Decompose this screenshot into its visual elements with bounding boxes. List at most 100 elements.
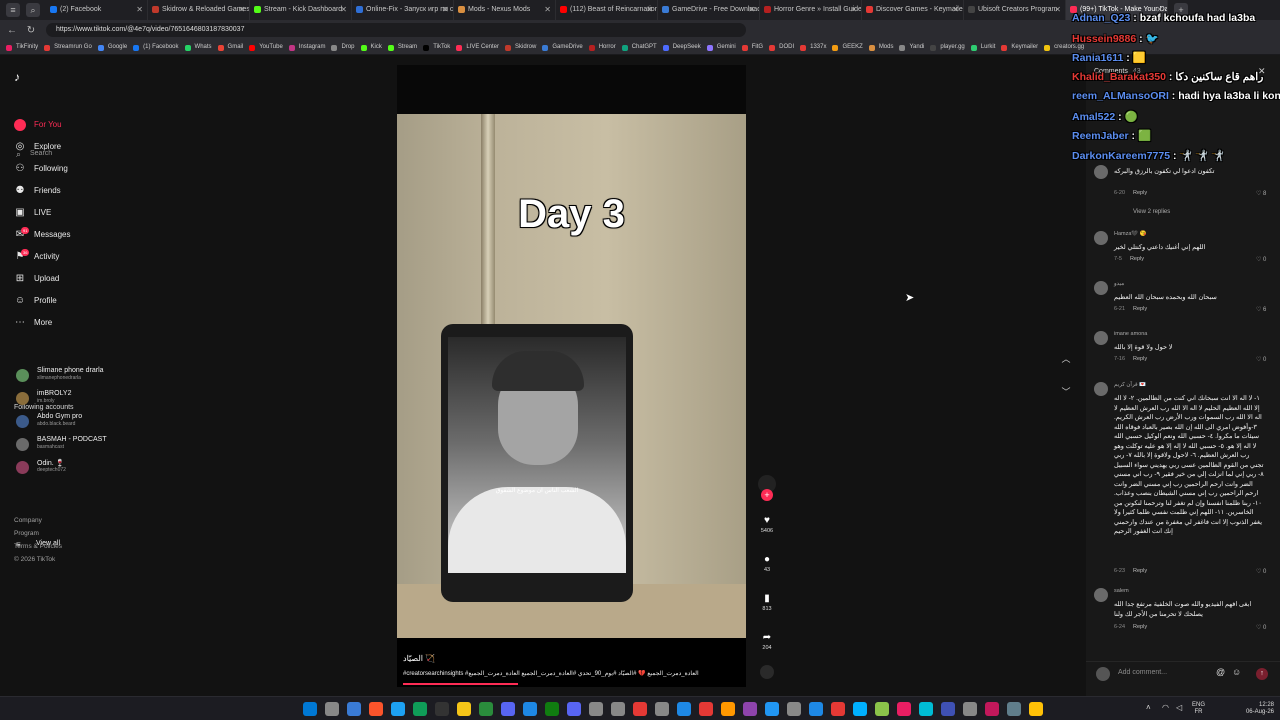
view-replies-button[interactable]: View 2 replies — [1133, 209, 1170, 215]
bookmark-item[interactable]: Drop — [331, 44, 355, 51]
bookmark-item[interactable]: Skidrow — [505, 44, 536, 51]
taskbar-app-icon[interactable] — [963, 702, 977, 716]
bookmark-item[interactable]: LIVE Center — [456, 44, 499, 51]
taskbar-app-icon[interactable] — [1007, 702, 1021, 716]
bookmark-item[interactable]: Mods — [868, 44, 893, 51]
bookmark-item[interactable]: GEEKZ — [832, 44, 863, 51]
tab-close-icon[interactable]: ✕ — [238, 0, 245, 20]
next-video-button[interactable]: ﹀ — [1059, 385, 1073, 399]
sidebar-item-more[interactable]: ⋯ More — [14, 315, 154, 331]
bookmark-item[interactable]: Horror — [588, 44, 616, 51]
tab-close-icon[interactable]: ✕ — [442, 0, 449, 20]
bookmark-item[interactable]: Instagram — [288, 44, 325, 51]
volume-icon[interactable]: ◁ — [1176, 703, 1182, 712]
taskbar-app-icon[interactable] — [655, 702, 669, 716]
taskbar-app-icon[interactable] — [919, 702, 933, 716]
comment-like[interactable]: ♡ 0 — [1256, 568, 1266, 575]
tab-close-icon[interactable]: ✕ — [340, 0, 347, 20]
back-icon[interactable]: ← — [5, 25, 19, 36]
reply-button[interactable]: Reply — [1133, 306, 1147, 312]
taskbar-app-icon[interactable] — [347, 702, 361, 716]
taskbar-app-icon[interactable] — [435, 702, 449, 716]
emoji-icon[interactable]: ☺ — [1232, 667, 1241, 677]
author-avatar[interactable]: + — [755, 475, 779, 501]
sidebar-item-for-you[interactable]: For You — [14, 117, 154, 133]
comment-like[interactable]: ♡ 8 — [1256, 190, 1266, 197]
taskbar-app-icon[interactable] — [633, 702, 647, 716]
taskbar-app-icon[interactable] — [721, 702, 735, 716]
bookmark-item[interactable]: Gmail — [217, 44, 243, 51]
commenter-name[interactable]: Hamza🖤 😘 — [1114, 231, 1147, 237]
comment-button[interactable]: ● 43 — [755, 554, 779, 574]
tab-close-icon[interactable]: ✕ — [952, 0, 959, 20]
sidebar-item-activity[interactable]: ⚑ 36 Activity — [14, 249, 154, 265]
video-player[interactable]: Day 3 الشعب الناس ان موضوع الشقوق الصيّا… — [397, 65, 746, 687]
browser-tab[interactable]: Discover Games - Keymailer ✕ — [862, 0, 964, 20]
bookmark-item[interactable]: Google — [97, 44, 127, 51]
tab-close-icon[interactable]: ✕ — [1054, 0, 1061, 20]
bookmark-item[interactable]: TikFinity — [6, 44, 38, 51]
taskbar-app-icon[interactable] — [831, 702, 845, 716]
taskbar-app-icon[interactable] — [457, 702, 471, 716]
sidebar-item-profile[interactable]: ☺ Profile — [14, 293, 154, 309]
bookmark-item[interactable]: TikTok — [423, 44, 450, 51]
tab-search-icon[interactable]: ⌕ — [26, 3, 40, 17]
browser-tab[interactable]: Ubisoft Creators Program ✕ — [964, 0, 1066, 20]
taskbar-app-icon[interactable] — [765, 702, 779, 716]
video-frame[interactable]: Day 3 الشعب الناس ان موضوع الشقوق — [397, 114, 746, 638]
commenter-name[interactable]: imane amona — [1114, 331, 1147, 337]
bookmark-item[interactable]: Yandi — [899, 44, 924, 51]
reply-button[interactable]: Reply — [1133, 190, 1147, 196]
comment-like[interactable]: ♡ 0 — [1256, 256, 1266, 263]
bookmark-item[interactable]: Lurkit — [970, 44, 995, 51]
taskbar-app-icon[interactable] — [413, 702, 427, 716]
send-icon[interactable]: ↑ — [1256, 668, 1268, 680]
bookmark-item[interactable]: Streamrun Go — [44, 44, 92, 51]
tray-chevron-icon[interactable]: ˄ — [1146, 703, 1151, 712]
bookmark-item[interactable]: FitG — [741, 44, 763, 51]
mention-icon[interactable]: @ — [1216, 667, 1225, 677]
sidebar-item-upload[interactable]: ⊞ Upload — [14, 271, 154, 287]
commenter-avatar[interactable] — [1094, 588, 1108, 602]
reply-button[interactable]: Reply — [1130, 256, 1144, 262]
taskbar-app-icon[interactable] — [897, 702, 911, 716]
url-field[interactable]: https://www.tiktok.com/@4e7q/video/76516… — [46, 23, 746, 37]
bookmark-item[interactable]: player.gg — [930, 44, 965, 51]
sidebar-item-following[interactable]: ⚇ Following — [14, 161, 154, 177]
taskbar-app-icon[interactable] — [787, 702, 801, 716]
taskbar-app-icon[interactable] — [743, 702, 757, 716]
bookmark-item[interactable]: GameDrive — [542, 44, 583, 51]
follow-plus-icon[interactable]: + — [761, 489, 773, 501]
following-account[interactable]: imBROLY2 im.broly — [14, 389, 154, 409]
browser-tab[interactable]: Horror Genre » Install Guide ✕ — [760, 0, 862, 20]
video-hashtags[interactable]: #creatorsearchinsights #العادة_دمرت_الجم… — [403, 670, 733, 677]
taskbar-app-icon[interactable] — [391, 702, 405, 716]
bookmark-item[interactable]: Gemini — [706, 44, 736, 51]
footer-link[interactable]: Terms & Policies — [14, 543, 62, 550]
tab-close-icon[interactable]: ✕ — [646, 0, 653, 20]
taskbar-app-icon[interactable] — [809, 702, 823, 716]
taskbar-app-icon[interactable] — [941, 702, 955, 716]
save-button[interactable]: ▮ 813 — [755, 593, 779, 613]
comment-like[interactable]: ♡ 0 — [1256, 624, 1266, 631]
commenter-avatar[interactable] — [1094, 281, 1108, 295]
bookmark-item[interactable]: Kick — [360, 44, 382, 51]
bookmark-item[interactable]: DODI — [769, 44, 794, 51]
wifi-icon[interactable]: ◠ — [1162, 703, 1169, 712]
taskbar-app-icon[interactable] — [369, 702, 383, 716]
taskbar-app-icon[interactable] — [611, 702, 625, 716]
footer-link[interactable]: Program — [14, 530, 39, 537]
bookmark-item[interactable]: 1337x — [800, 44, 826, 51]
taskbar-app-icon[interactable] — [853, 702, 867, 716]
following-account[interactable]: Abdo Gym pro abdo.black.beard — [14, 412, 154, 432]
bookmark-item[interactable]: (1) Facebook — [133, 44, 179, 51]
commenter-avatar[interactable] — [1094, 331, 1108, 345]
tab-close-icon[interactable]: ✕ — [544, 0, 551, 20]
bookmark-item[interactable]: Whats — [184, 44, 212, 51]
browser-tab[interactable]: Skidrow & Reloaded Games ✕ — [148, 0, 250, 20]
comment-like[interactable]: ♡ 0 — [1256, 356, 1266, 363]
commenter-avatar[interactable] — [1094, 382, 1108, 396]
browser-tab[interactable]: (112) Beast of Reincarnation ✕ — [556, 0, 658, 20]
bookmark-item[interactable]: Keymailer — [1001, 44, 1038, 51]
video-progress-bar[interactable] — [403, 683, 519, 685]
